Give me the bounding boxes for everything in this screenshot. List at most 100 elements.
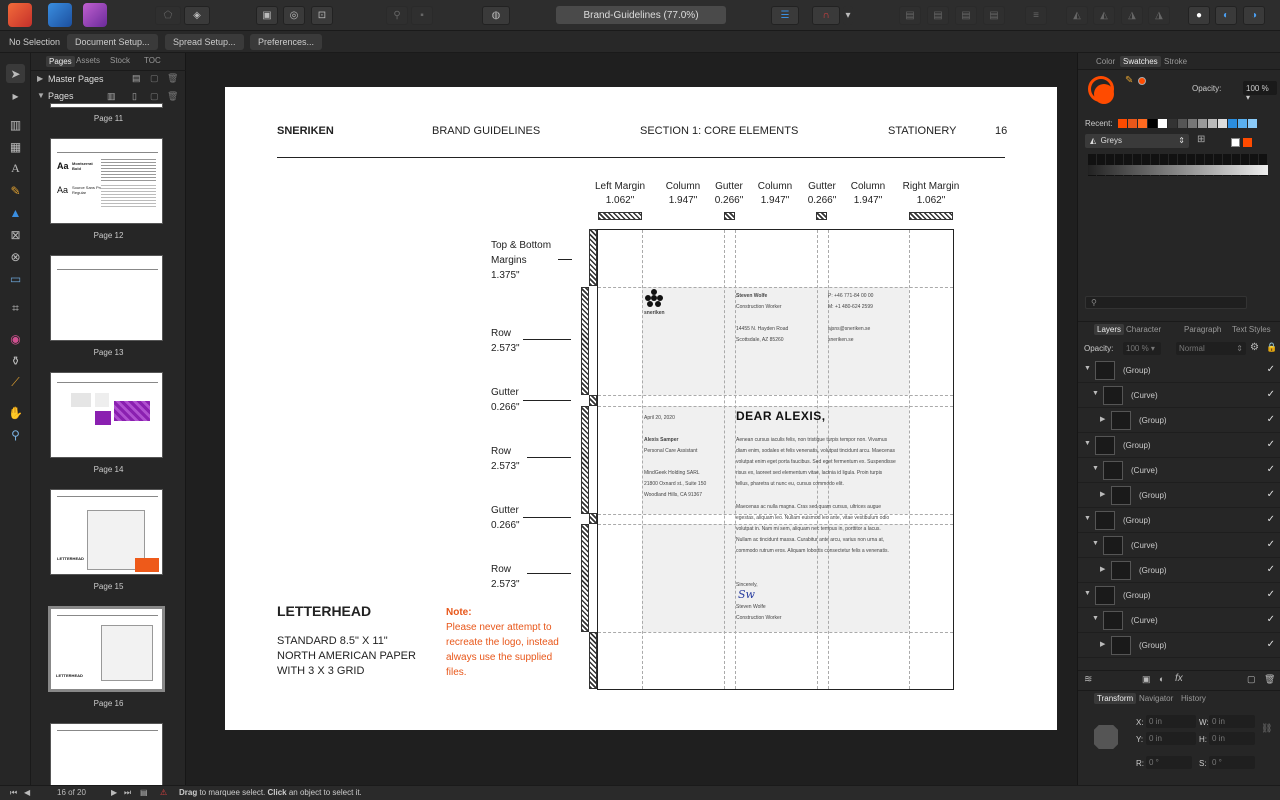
swatch[interactable]	[1118, 119, 1127, 128]
node-tool-icon[interactable]: ▸	[6, 86, 25, 105]
link-icon[interactable]: ⛓	[1261, 723, 1272, 734]
greys-swatch-row[interactable]	[1088, 165, 1268, 175]
expand-layer-icon[interactable]: ▶	[1100, 490, 1105, 498]
layer-row[interactable]: ▼ (Curve) ✓	[1078, 458, 1280, 483]
master-spread-icon[interactable]: ▤	[132, 73, 141, 84]
text-wrap-icon[interactable]: ☰	[771, 6, 799, 25]
spread-setup-button[interactable]: Spread Setup...	[165, 34, 244, 50]
rotate-right-icon[interactable]: ◮	[1121, 6, 1143, 25]
view-mode-icon[interactable]: ◍	[482, 6, 510, 25]
delete-master-icon[interactable]: 🗑	[167, 73, 178, 84]
crop-tool-icon[interactable]: ⌗	[6, 299, 25, 318]
layer-visibility-checkbox[interactable]: ✓	[1267, 414, 1275, 425]
crop-icon[interactable]: ⊡	[311, 6, 333, 25]
layer-row[interactable]: ▶ (Group) ✓	[1078, 633, 1280, 658]
prev-page-icon[interactable]: ◀	[24, 788, 30, 797]
swatch[interactable]	[1198, 119, 1207, 128]
pages-label[interactable]: Pages	[48, 91, 74, 101]
page-doc-icon[interactable]: ▤	[140, 788, 148, 797]
swatch-search-input[interactable]: ⚲	[1085, 296, 1247, 309]
swatch[interactable]	[1208, 119, 1217, 128]
layer-visibility-checkbox[interactable]: ✓	[1267, 539, 1275, 550]
swatch[interactable]	[1138, 119, 1147, 128]
page-thumbnail-14[interactable]	[50, 372, 163, 458]
align-icon[interactable]: ≡	[1025, 6, 1047, 25]
x-field[interactable]: 0 in	[1146, 715, 1196, 728]
page-thumbnail-13[interactable]	[50, 255, 163, 341]
add-page-icon[interactable]: ▢	[150, 91, 159, 102]
swatch[interactable]	[1158, 119, 1167, 128]
color-picker-icon[interactable]: ◉	[6, 329, 25, 348]
swatch[interactable]	[1248, 119, 1257, 128]
layer-row[interactable]: ▼ (Group) ✓	[1078, 583, 1280, 608]
arrange-back-icon[interactable]: ▤	[899, 6, 921, 25]
page-thumbnail-11[interactable]	[50, 103, 163, 108]
expand-pages-icon[interactable]: ▼	[37, 91, 45, 100]
picture-frame-ellipse-icon[interactable]: ⊗	[6, 247, 25, 266]
rotate-left-icon[interactable]: ◭	[1093, 6, 1115, 25]
tab-pages[interactable]: Pages	[46, 56, 75, 67]
collapse-layer-icon[interactable]: ▼	[1092, 390, 1099, 397]
transform-icon[interactable]: ◮	[1148, 6, 1170, 25]
move-tool-icon[interactable]: ➤	[6, 64, 25, 83]
collapse-layer-icon[interactable]: ▼	[1084, 365, 1091, 372]
layers-stack-icon[interactable]: ≋	[1084, 674, 1092, 685]
square-icon[interactable]: ▪	[411, 6, 433, 25]
layer-row[interactable]: ▶ (Group) ✓	[1078, 558, 1280, 583]
table-tool-icon[interactable]: ▦	[6, 137, 25, 156]
shear-field[interactable]: 0 °	[1209, 756, 1255, 769]
collapse-layer-icon[interactable]: ▼	[1084, 590, 1091, 597]
layer-visibility-checkbox[interactable]: ✓	[1267, 514, 1275, 525]
h-field[interactable]: 0 in	[1209, 732, 1255, 745]
layer-row[interactable]: ▶ (Group) ✓	[1078, 483, 1280, 508]
tab-character[interactable]: Character	[1126, 325, 1161, 334]
anchor-selector-icon[interactable]	[1094, 725, 1118, 749]
publisher-persona-icon[interactable]	[8, 3, 32, 27]
tab-stock[interactable]: Stock	[110, 56, 130, 65]
delete-layer-icon[interactable]: 🗑	[1264, 674, 1275, 685]
none-swatch[interactable]	[1231, 138, 1240, 147]
document-page[interactable]: SNERIKEN BRAND GUIDELINES SECTION 1: COR…	[225, 87, 1057, 730]
expand-layer-icon[interactable]: ▶	[1100, 640, 1105, 648]
speech-icon[interactable]: ●	[1188, 6, 1210, 25]
add-master-icon[interactable]: ▢	[150, 73, 159, 84]
opacity-field[interactable]: 100 % ▾	[1243, 81, 1277, 102]
layer-visibility-checkbox[interactable]: ✓	[1267, 589, 1275, 600]
layer-visibility-checkbox[interactable]: ✓	[1267, 639, 1275, 650]
tab-color[interactable]: Color	[1096, 57, 1115, 66]
tab-history[interactable]: History	[1181, 694, 1206, 703]
layer-visibility-checkbox[interactable]: ✓	[1267, 389, 1275, 400]
adjustment-icon[interactable]: ◐	[1159, 674, 1164, 684]
spread-view-icon[interactable]: ▥	[107, 91, 116, 102]
swatch[interactable]	[1228, 119, 1237, 128]
fill-tool-icon[interactable]: ⚱	[6, 351, 25, 370]
letterhead-sample[interactable]: sneriken Steven Wolfe Construction Worke…	[597, 229, 954, 690]
preferences-button[interactable]: Preferences...	[250, 34, 323, 50]
hand-tool-icon[interactable]: ✋	[6, 403, 25, 422]
mask-icon[interactable]: ▣	[1142, 674, 1151, 685]
place-image-tool-icon[interactable]: ▭	[6, 269, 25, 288]
layer-visibility-checkbox[interactable]: ✓	[1267, 439, 1275, 450]
tab-toc[interactable]: TOC	[144, 56, 161, 65]
layer-row[interactable]: ▼ (Curve) ✓	[1078, 533, 1280, 558]
context-color-dot[interactable]	[1138, 77, 1146, 85]
rotation-field[interactable]: 0 °	[1146, 756, 1192, 769]
expand-master-icon[interactable]: ▶	[37, 74, 43, 83]
y-field[interactable]: 0 in	[1146, 732, 1196, 745]
collapse-layer-icon[interactable]: ▼	[1092, 540, 1099, 547]
layer-visibility-checkbox[interactable]: ✓	[1267, 489, 1275, 500]
swatch[interactable]	[1188, 119, 1197, 128]
layer-opacity-field[interactable]: 100 % ▾	[1123, 342, 1161, 355]
layer-row[interactable]: ▼ (Group) ✓	[1078, 433, 1280, 458]
shape-tool-icon[interactable]: ▲	[6, 203, 25, 222]
pen-tool-icon[interactable]: ✎	[6, 181, 25, 200]
picture-frame-rect-icon[interactable]: ⊠	[6, 225, 25, 244]
studio-link-icon[interactable]: ◈	[184, 6, 210, 25]
palette-menu-icon[interactable]: ⊞	[1197, 134, 1205, 145]
photo-persona-icon[interactable]	[83, 3, 107, 27]
collapse-layer-icon[interactable]: ▼	[1092, 615, 1099, 622]
snapping-dropdown-icon[interactable]: ▾	[843, 6, 853, 25]
layer-row[interactable]: ▶ (Group) ✓	[1078, 408, 1280, 433]
layer-visibility-checkbox[interactable]: ✓	[1267, 464, 1275, 475]
swatch[interactable]	[1178, 119, 1187, 128]
